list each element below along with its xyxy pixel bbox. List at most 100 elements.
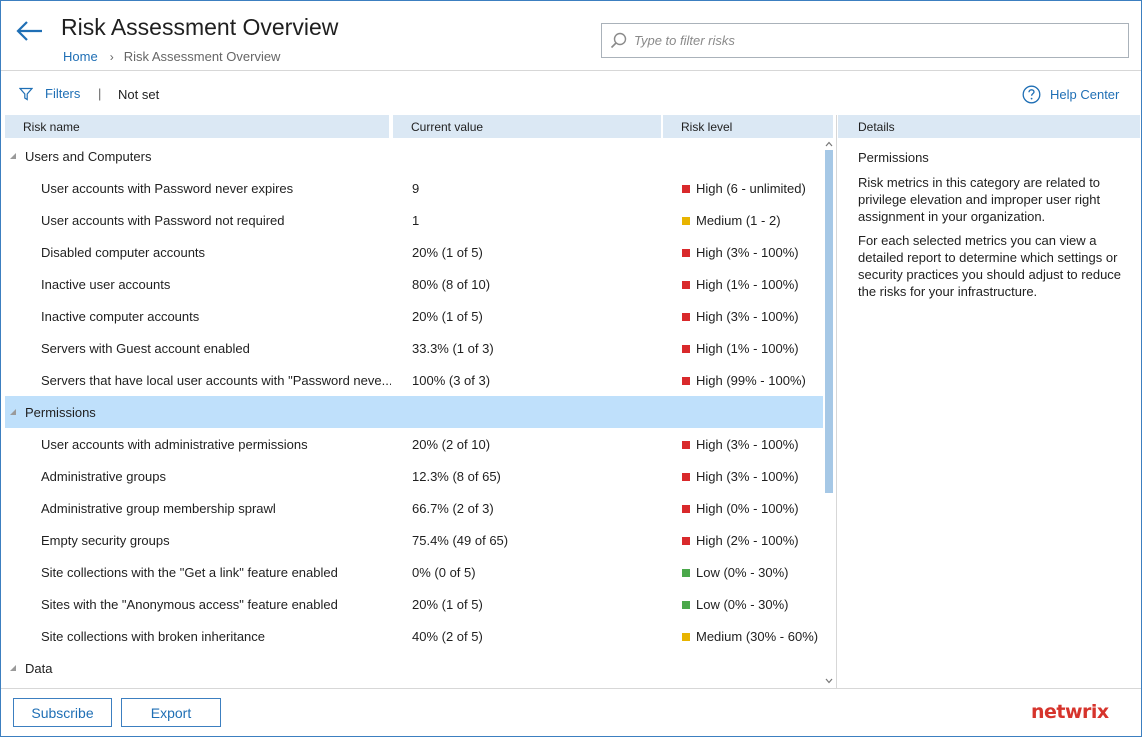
risk-level-text: Low (0% - 30%) xyxy=(696,597,789,612)
risk-level-cell: High (3% - 100%) xyxy=(682,245,799,260)
table-row[interactable]: Site collections with broken inheritance… xyxy=(5,620,823,652)
risk-level-cell: High (3% - 100%) xyxy=(682,309,799,324)
group-label: Data xyxy=(25,660,53,676)
risk-level-text: Medium (1 - 2) xyxy=(696,213,781,228)
column-header-risk-level[interactable]: Risk level xyxy=(663,115,833,138)
scrollbar-thumb[interactable] xyxy=(825,150,833,493)
table-row[interactable]: Inactive user accounts 80% (8 of 10) Hig… xyxy=(5,268,823,300)
group-label: Users and Computers xyxy=(25,148,152,164)
risk-level-cell: Low (0% - 30%) xyxy=(682,597,788,612)
filters-button[interactable]: Filters xyxy=(19,86,80,101)
details-paragraph: For each selected metrics you can view a… xyxy=(858,233,1122,299)
current-value-cell: 20% (1 of 5) xyxy=(412,597,483,612)
subscribe-button[interactable]: Subscribe xyxy=(13,698,112,727)
scroll-down-icon[interactable] xyxy=(825,677,833,685)
risk-indicator-icon xyxy=(682,632,690,641)
table-row[interactable]: Servers that have local user accounts wi… xyxy=(5,364,823,396)
breadcrumb-current: Risk Assessment Overview xyxy=(123,49,281,64)
current-value-cell: 100% (3 of 3) xyxy=(412,373,491,388)
search-icon xyxy=(610,32,627,48)
risk-level-cell: High (99% - 100%) xyxy=(682,373,806,388)
risk-level-cell: Medium (30% - 60%) xyxy=(682,629,818,644)
risk-name-cell: Site collections with the "Get a link" f… xyxy=(41,565,338,580)
risk-level-text: High (3% - 100%) xyxy=(696,469,799,484)
column-header-risk-name[interactable]: Risk name xyxy=(5,115,389,138)
group-row-data[interactable]: Data xyxy=(5,652,823,684)
risk-name-cell: Site collections with broken inheritance xyxy=(41,629,266,644)
table-row[interactable]: User accounts with Password not required… xyxy=(5,204,823,236)
risk-level-text: High (1% - 100%) xyxy=(696,277,799,292)
risk-level-cell: High (1% - 100%) xyxy=(682,277,799,292)
breadcrumb: Home › Risk Assessment Overview xyxy=(63,49,280,64)
risk-name-cell: Sites with the "Anonymous access" featur… xyxy=(41,597,338,612)
current-value-cell: 80% (8 of 10) xyxy=(412,277,491,292)
current-value-cell: 9 xyxy=(412,181,420,196)
group-row-permissions[interactable]: Permissions xyxy=(5,396,823,428)
risk-name-cell: Administrative groups xyxy=(41,469,166,484)
help-center-button[interactable]: Help Center xyxy=(1022,85,1119,104)
scroll-up-icon[interactable] xyxy=(825,140,833,148)
risk-name-cell: Servers that have local user accounts wi… xyxy=(41,373,391,388)
vertical-scrollbar[interactable] xyxy=(823,140,835,688)
risk-level-cell: High (6 - unlimited) xyxy=(682,181,806,196)
search-input[interactable] xyxy=(634,33,1114,48)
current-value-cell: 12.3% (8 of 65) xyxy=(412,469,501,484)
risk-level-cell: Medium (1 - 2) xyxy=(682,213,781,228)
current-value-cell: 20% (1 of 5) xyxy=(412,309,483,324)
risk-level-cell: High (0% - 100%) xyxy=(682,501,799,516)
table-row[interactable]: Empty security groups 75.4% (49 of 65) H… xyxy=(5,524,823,556)
table-row[interactable]: Sites with the "Anonymous access" featur… xyxy=(5,588,823,620)
risk-level-cell: High (3% - 100%) xyxy=(682,437,799,452)
risk-level-text: High (1% - 100%) xyxy=(696,341,799,356)
risk-indicator-icon xyxy=(682,504,690,513)
back-arrow-icon xyxy=(16,21,42,41)
risk-level-text: High (99% - 100%) xyxy=(696,373,806,388)
page-header: Risk Assessment Overview Home › Risk Ass… xyxy=(1,1,1141,71)
current-value-cell: 20% (2 of 10) xyxy=(412,437,491,452)
search-box[interactable] xyxy=(601,23,1129,58)
risk-level-cell: High (2% - 100%) xyxy=(682,533,799,548)
current-value-cell: 40% (2 of 5) xyxy=(412,629,483,644)
table-row[interactable]: Inactive computer accounts 20% (1 of 5) … xyxy=(5,300,823,332)
risk-indicator-icon xyxy=(682,184,690,193)
risk-indicator-icon xyxy=(682,536,690,545)
risk-indicator-icon xyxy=(682,376,690,385)
risk-name-cell: Inactive user accounts xyxy=(41,277,171,292)
details-divider xyxy=(836,115,837,688)
group-label: Permissions xyxy=(25,404,96,420)
current-value-cell: 0% (0 of 5) xyxy=(412,565,476,580)
table-row[interactable]: Disabled computer accounts 20% (1 of 5) … xyxy=(5,236,823,268)
risk-indicator-icon xyxy=(682,344,690,353)
risk-level-text: High (6 - unlimited) xyxy=(696,181,806,196)
table-row[interactable]: Site collections with the "Get a link" f… xyxy=(5,556,823,588)
breadcrumb-separator-icon: › xyxy=(109,49,114,64)
table-row[interactable]: User accounts with Password never expire… xyxy=(5,172,823,204)
risk-name-cell: Disabled computer accounts xyxy=(41,245,206,260)
risk-indicator-icon xyxy=(682,472,690,481)
details-header: Details xyxy=(838,115,1140,138)
breadcrumb-home-link[interactable]: Home xyxy=(63,49,98,64)
risk-grid: Users and Computers User accounts with P… xyxy=(5,140,823,688)
table-row[interactable]: User accounts with administrative permis… xyxy=(5,428,823,460)
current-value-cell: 1 xyxy=(412,213,420,228)
collapse-triangle-icon[interactable] xyxy=(10,409,16,415)
risk-level-text: High (3% - 100%) xyxy=(696,245,799,260)
export-button[interactable]: Export xyxy=(121,698,221,727)
table-row[interactable]: Servers with Guest account enabled 33.3%… xyxy=(5,332,823,364)
collapse-triangle-icon[interactable] xyxy=(10,153,16,159)
table-row[interactable]: Administrative groups 12.3% (8 of 65) Hi… xyxy=(5,460,823,492)
help-center-label: Help Center xyxy=(1050,87,1120,102)
back-button[interactable] xyxy=(15,17,45,45)
details-paragraph: Risk metrics in this category are relate… xyxy=(858,175,1101,224)
risk-name-cell: User accounts with Password not required xyxy=(41,213,285,228)
table-row[interactable]: Administrative group membership sprawl 6… xyxy=(5,492,823,524)
group-row-users-and-computers[interactable]: Users and Computers xyxy=(5,140,823,172)
risk-name-cell: User accounts with administrative permis… xyxy=(41,437,308,452)
collapse-triangle-icon[interactable] xyxy=(10,665,16,671)
column-header-current-value[interactable]: Current value xyxy=(393,115,661,138)
risk-indicator-icon xyxy=(682,568,690,577)
risk-name-cell: Empty security groups xyxy=(41,533,170,548)
risk-level-text: High (0% - 100%) xyxy=(696,501,799,516)
page-title: Risk Assessment Overview xyxy=(61,14,339,40)
risk-level-text: High (2% - 100%) xyxy=(696,533,799,548)
